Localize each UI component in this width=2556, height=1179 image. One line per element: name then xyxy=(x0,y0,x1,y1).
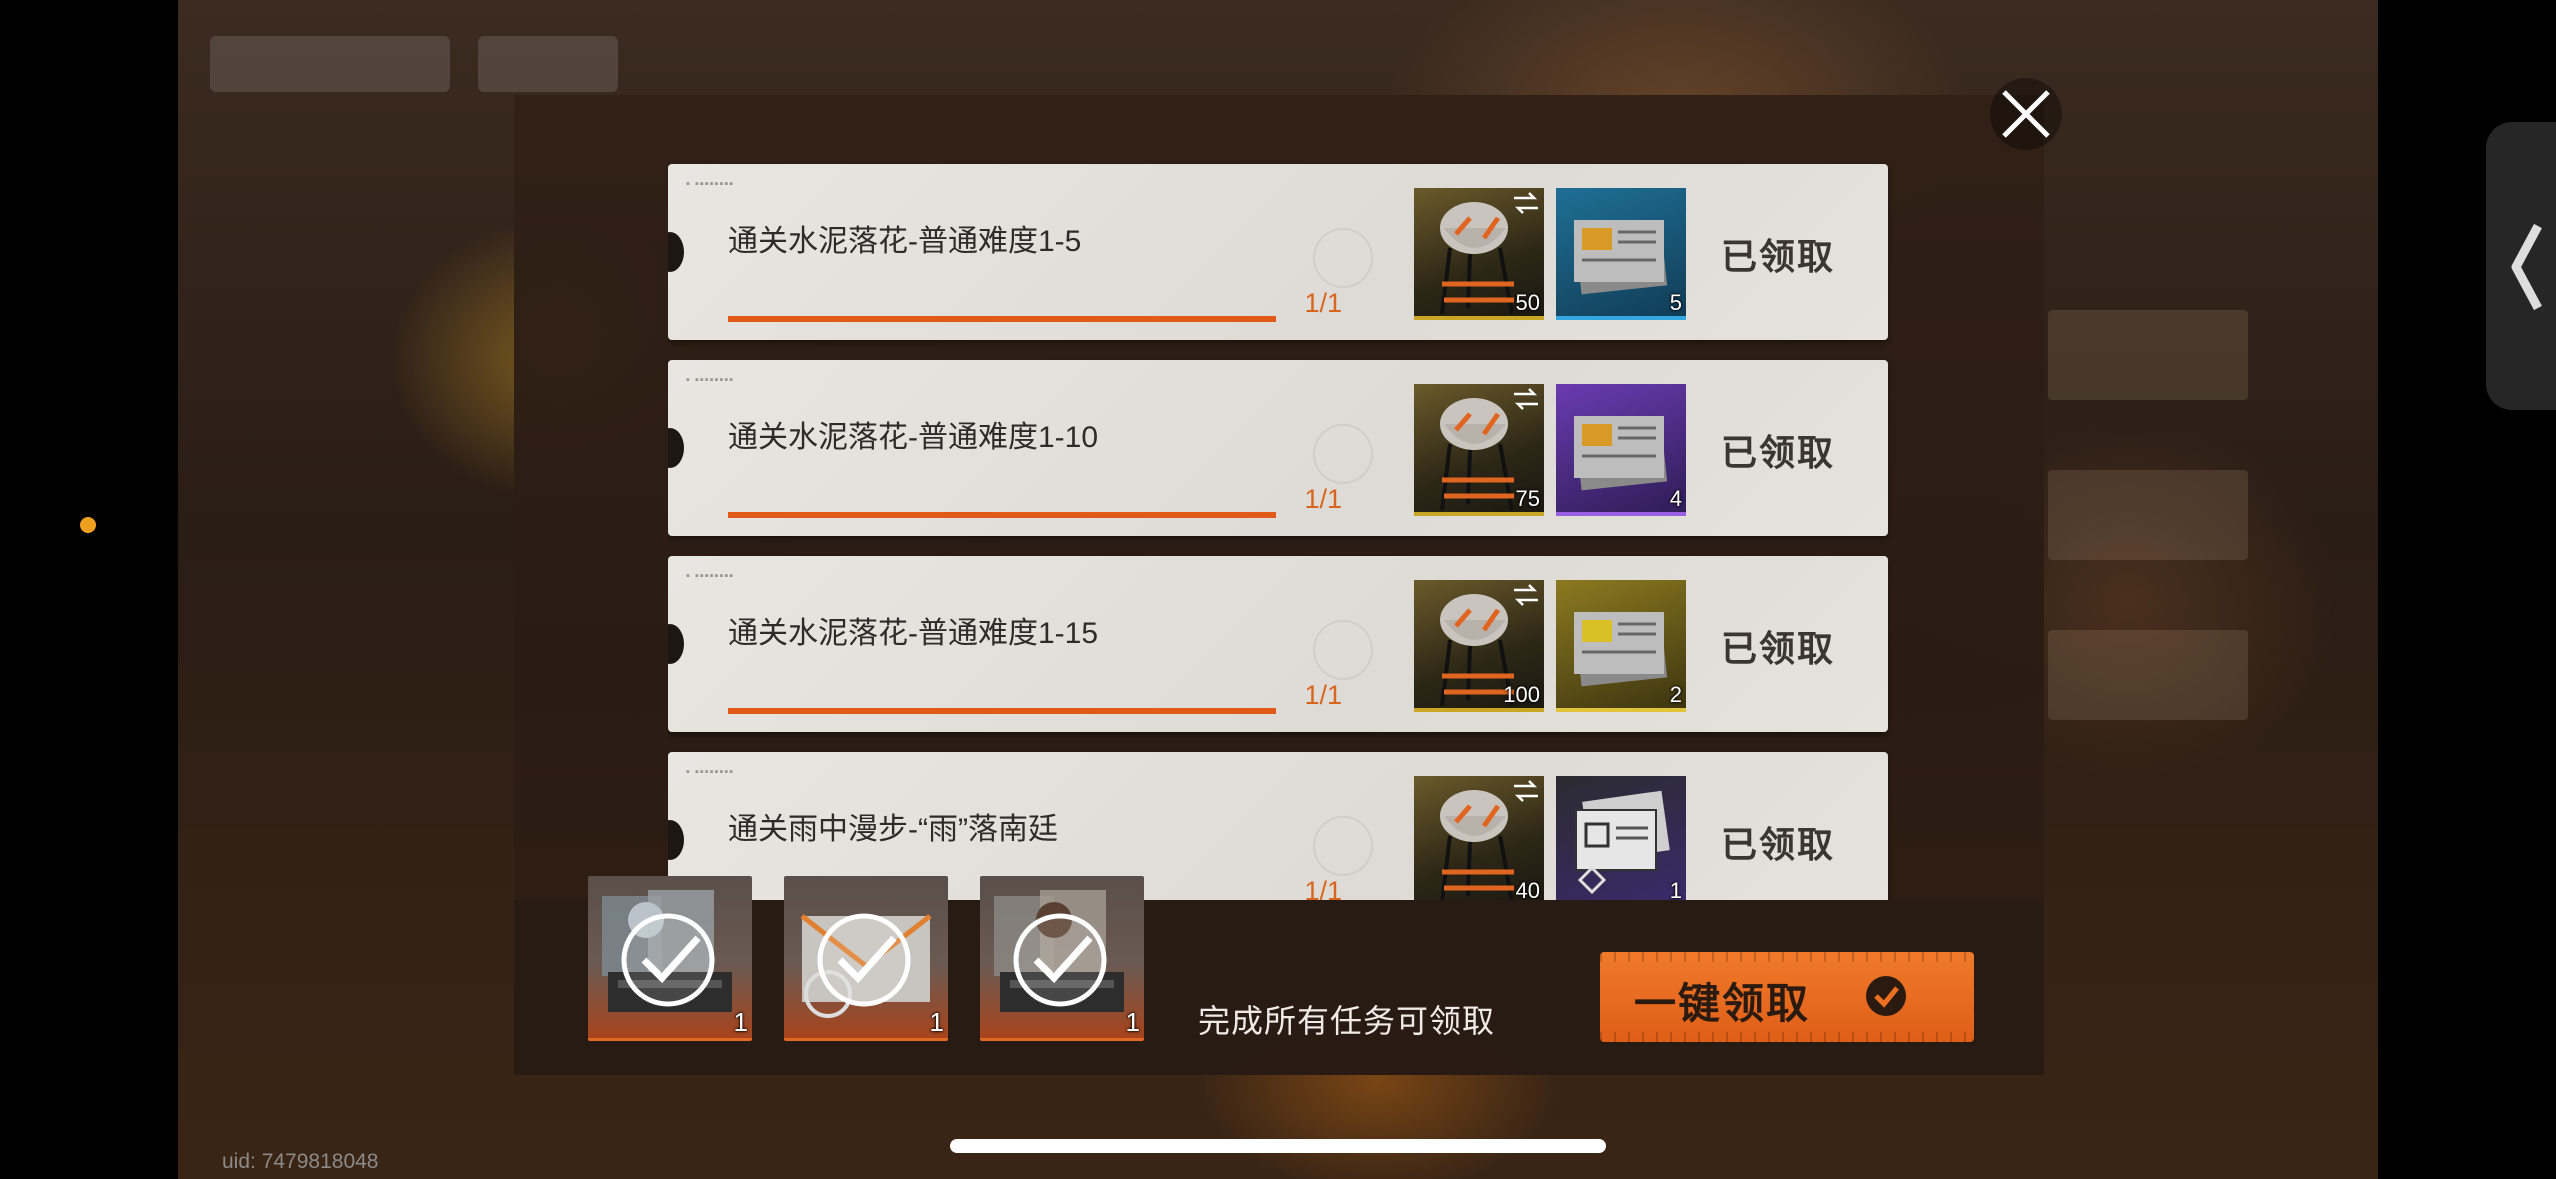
task-progress-fill xyxy=(728,316,1276,322)
reward-quantity: 75 xyxy=(1515,486,1540,511)
claimed-status: 已领取 xyxy=(1720,432,1835,473)
task-progress-bar xyxy=(728,708,1276,714)
claim-all-button[interactable]: 一键领取 xyxy=(1600,952,1974,1042)
task-progress-fill xyxy=(728,708,1276,714)
card-tag-glyph: ▪ ▪▪▪▪▪▪▪▪ xyxy=(686,178,735,190)
ticket-icon xyxy=(1575,790,1670,895)
swap-arrows-icon xyxy=(1514,584,1538,606)
card-tag-glyph: ▪ ▪▪▪▪▪▪▪▪ xyxy=(686,374,735,386)
reward-quantity: 50 xyxy=(1515,290,1540,315)
reward-quantity: 1 xyxy=(1669,878,1682,900)
document-stack-icon xyxy=(1574,220,1668,295)
task-title: 通关水泥落花-普通难度1-10 xyxy=(728,421,1099,454)
background-blur-panel xyxy=(2048,470,2248,560)
swap-arrows-icon xyxy=(1514,192,1538,214)
claimed-check-icon xyxy=(817,913,911,1007)
reward-chair-item[interactable]: 50 xyxy=(1414,188,1544,320)
claimed-check-icon xyxy=(1013,913,1107,1007)
reward-document-item[interactable]: 4 xyxy=(1556,384,1686,516)
close-button[interactable] xyxy=(1990,78,2062,150)
check-circle-icon xyxy=(1866,976,1906,1016)
task-card: ▪ ▪▪▪▪▪▪▪▪ 通关水泥落花-普通难度1-15 1/1 100 2 已领取 xyxy=(668,556,1888,732)
reward-document-item[interactable]: 2 xyxy=(1556,580,1686,712)
complete-all-hint: 完成所有任务可领取 xyxy=(1198,1003,1496,1039)
final-reward-chest[interactable]: 1 xyxy=(588,876,752,1041)
reward-quantity: 5 xyxy=(1669,290,1682,315)
card-tag-glyph: ▪ ▪▪▪▪▪▪▪▪ xyxy=(686,766,735,778)
reward-quantity: 40 xyxy=(1515,878,1540,900)
task-progress-fill xyxy=(728,512,1276,518)
task-progress-bar xyxy=(728,316,1276,322)
reward-quantity: 4 xyxy=(1669,486,1682,511)
document-stack-icon xyxy=(1574,416,1668,491)
task-title: 通关水泥落花-普通难度1-15 xyxy=(728,617,1099,650)
document-stack-icon xyxy=(1574,612,1668,687)
notification-dot xyxy=(80,517,96,533)
task-progress-bar xyxy=(728,512,1276,518)
task-progress-text: 1/1 xyxy=(1304,484,1342,514)
reward-quantity: 1 xyxy=(733,1007,748,1037)
background-blur-panel xyxy=(2048,630,2248,720)
uid-label: uid: 7479818048 xyxy=(222,1150,379,1173)
reward-chair-item[interactable]: 100 xyxy=(1414,580,1544,712)
claimed-check-icon xyxy=(621,913,715,1007)
reward-quantity: 2 xyxy=(1669,682,1682,707)
task-progress-text: 1/1 xyxy=(1304,288,1342,318)
background-blur-bar xyxy=(210,36,450,92)
reward-quantity: 1 xyxy=(1125,1007,1140,1037)
decorative-circle xyxy=(1313,228,1373,288)
home-indicator[interactable] xyxy=(950,1139,1606,1153)
chevron-left-icon xyxy=(2511,223,2542,311)
background-blur-panel xyxy=(2048,310,2248,400)
reward-ticket-item[interactable]: 1 xyxy=(1556,776,1686,900)
swap-arrows-icon xyxy=(1514,388,1538,410)
card-notch xyxy=(668,624,684,664)
claimed-status: 已领取 xyxy=(1720,236,1835,277)
background-blur-bar xyxy=(478,36,618,92)
decorative-circle xyxy=(1313,620,1373,680)
decorative-circle xyxy=(1313,816,1373,876)
reward-chair-item[interactable]: 40 xyxy=(1414,776,1544,900)
card-notch xyxy=(668,820,684,860)
close-icon xyxy=(2002,90,2050,138)
swap-arrows-icon xyxy=(1514,780,1538,802)
task-title: 通关雨中漫步-“雨”落南廷 xyxy=(728,813,1058,846)
card-notch xyxy=(668,428,684,468)
reward-document-item[interactable]: 5 xyxy=(1556,188,1686,320)
reward-chair-item[interactable]: 75 xyxy=(1414,384,1544,516)
reward-quantity: 1 xyxy=(929,1007,944,1037)
side-drawer-tab[interactable] xyxy=(2486,122,2556,410)
task-progress-text: 1/1 xyxy=(1304,876,1342,900)
task-card: ▪ ▪▪▪▪▪▪▪▪ 通关水泥落花-普通难度1-5 1/1 50 5 已领取 xyxy=(668,164,1888,340)
claim-all-label: 一键领取 xyxy=(1634,980,1811,1027)
claimed-status: 已领取 xyxy=(1720,628,1835,669)
task-progress-text: 1/1 xyxy=(1304,680,1342,710)
task-card: ▪ ▪▪▪▪▪▪▪▪ 通关水泥落花-普通难度1-10 1/1 75 4 已领取 xyxy=(668,360,1888,536)
card-tag-glyph: ▪ ▪▪▪▪▪▪▪▪ xyxy=(686,570,735,582)
final-reward-chest[interactable]: 1 xyxy=(784,876,948,1041)
claimed-status: 已领取 xyxy=(1720,824,1835,865)
reward-quantity: 100 xyxy=(1503,682,1540,707)
task-list[interactable]: ▪ ▪▪▪▪▪▪▪▪ 通关水泥落花-普通难度1-5 1/1 50 5 已领取 ▪… xyxy=(668,160,1900,900)
decorative-circle xyxy=(1313,424,1373,484)
task-title: 通关水泥落花-普通难度1-5 xyxy=(728,225,1082,258)
card-notch xyxy=(668,232,684,272)
final-reward-chest[interactable]: 1 xyxy=(980,876,1144,1041)
